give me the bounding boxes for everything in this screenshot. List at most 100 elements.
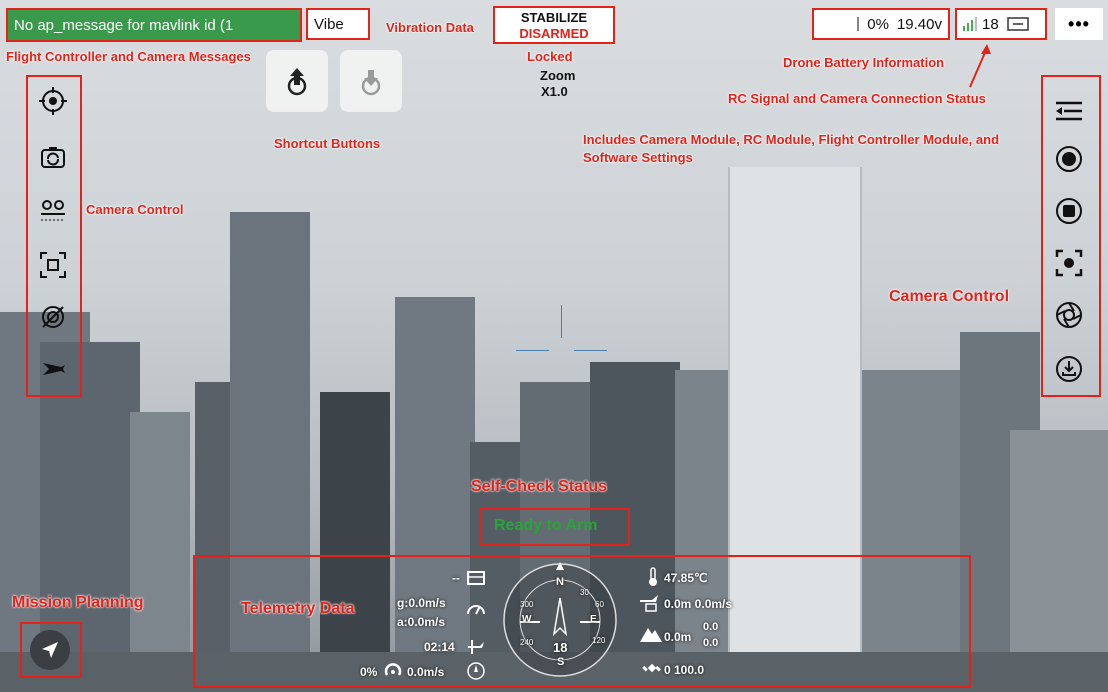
annotation-camera-right: Camera Control <box>889 288 1010 305</box>
navigation-icon <box>42 642 58 658</box>
compass-heading: 18 <box>553 640 568 655</box>
flight-mode-box[interactable]: STABILIZE DISARMED <box>493 6 615 44</box>
annotation-self-check: Self-Check Status <box>471 478 608 495</box>
compass-east: E <box>590 614 597 625</box>
compass-north: N <box>556 576 564 588</box>
tracking-icon <box>42 306 64 328</box>
annotation-battery: Drone Battery Information <box>783 55 945 70</box>
flight-time: 02:14 <box>424 640 455 654</box>
compass-icon <box>467 662 485 680</box>
switch-camera-button[interactable] <box>38 142 68 172</box>
gps-status: 0 100.0 <box>664 663 705 677</box>
ground-speed: g:0.0m/s <box>397 596 446 610</box>
temperature-icon <box>649 567 657 586</box>
temperature: 47.85℃ <box>664 571 708 585</box>
focus-icon <box>1055 249 1083 277</box>
land-shortcut-button[interactable] <box>340 50 402 112</box>
menu-icon <box>1056 101 1082 121</box>
signal-status[interactable]: 18 <box>955 8 1047 40</box>
gimbal-icon <box>39 87 67 115</box>
annotation-fc-messages: Flight Controller and Camera Messages <box>6 49 251 64</box>
tracking-button[interactable] <box>38 302 68 332</box>
battery-bar-icon <box>857 17 860 31</box>
crosshair <box>561 305 562 338</box>
stop-icon <box>1056 198 1082 224</box>
annotation-includes: Includes Camera Module, RC Module, Fligh… <box>583 132 1000 147</box>
vertical-speed: 0.0m/s <box>407 665 445 679</box>
home-distance-icon <box>640 595 658 612</box>
flight-mode-button[interactable] <box>38 354 68 384</box>
speedometer-icon <box>467 605 485 615</box>
altitude-icon <box>640 628 662 642</box>
record-button[interactable] <box>1054 144 1084 174</box>
camera-settings-button[interactable] <box>1054 300 1084 330</box>
battery-percent: 0% <box>867 15 889 33</box>
compass-tick-240: 240 <box>520 638 534 647</box>
zoom-frame-icon <box>40 252 66 278</box>
crosshair <box>516 350 549 351</box>
home-distance: 0.0m 0.0m/s <box>664 597 733 611</box>
vibe-button[interactable]: Vibe <box>306 8 370 40</box>
distance-icon <box>467 571 485 585</box>
vertical-speed-icon <box>384 663 402 676</box>
left-toolbar <box>26 75 82 397</box>
switch-camera-icon <box>41 147 65 168</box>
takeoff-icon <box>287 68 307 96</box>
split-view-button[interactable] <box>38 197 68 227</box>
settings-menu-button[interactable] <box>1054 96 1084 126</box>
message-text: No ap_message for mavlink id (1 <box>14 16 234 34</box>
mission-planning-button[interactable] <box>30 630 70 670</box>
compass-west: W <box>522 614 532 625</box>
locked-status: Locked <box>527 49 573 64</box>
signal-count: 18 <box>982 15 999 33</box>
more-icon: ••• <box>1068 13 1090 34</box>
annotation-shortcut: Shortcut Buttons <box>274 136 381 151</box>
compass-dial: N S W E 18 30 60 120 240 300 <box>500 560 620 680</box>
annotation-arrow <box>969 44 991 88</box>
zoom-value: X1.0 <box>541 84 568 99</box>
zoom-label: Zoom <box>540 68 576 83</box>
annotation-rc-signal: RC Signal and Camera Connection Status <box>728 91 986 106</box>
altitude-bottom: 0.0 <box>703 637 719 649</box>
annotation-vibration: Vibration Data <box>386 20 474 35</box>
download-icon <box>1056 356 1082 382</box>
ready-status: Ready to Arm <box>494 517 598 534</box>
flight-mode: STABILIZE <box>520 10 588 25</box>
annotation-camera-left: Camera Control <box>86 202 184 217</box>
compass-south: S <box>557 656 565 668</box>
aperture-icon <box>1056 302 1082 328</box>
altitude-top: 0.0 <box>703 621 719 633</box>
signal-icon <box>963 17 977 31</box>
building <box>130 412 190 692</box>
split-view-icon <box>41 200 65 221</box>
annotation-telemetry: Telemetry Data <box>241 600 355 617</box>
message-banner[interactable]: No ap_message for mavlink id (1 <box>6 8 302 42</box>
zoom-frame-button[interactable] <box>38 250 68 280</box>
compass-tick-30: 30 <box>580 588 589 597</box>
annotation-mission: Mission Planning <box>12 594 144 611</box>
vibe-label: Vibe <box>314 15 344 33</box>
crosshair <box>574 350 607 351</box>
flight-time-icon <box>468 640 484 654</box>
more-menu-button[interactable]: ••• <box>1055 8 1103 40</box>
gimbal-center-button[interactable] <box>38 86 68 116</box>
telemetry-dashes: -- <box>452 571 460 585</box>
battery-info[interactable]: 0% 19.40v <box>812 8 950 40</box>
airplane-icon <box>43 363 65 375</box>
compass-tick-300: 300 <box>520 600 534 609</box>
annotation-includes-2: Software Settings <box>583 150 693 165</box>
focus-button[interactable] <box>1054 248 1084 278</box>
arm-state: DISARMED <box>519 26 589 41</box>
air-speed: a:0.0m/s <box>397 615 446 629</box>
battery-voltage: 19.40v <box>896 15 942 33</box>
throttle: 0% <box>360 665 378 679</box>
compass-tick-120: 120 <box>592 636 606 645</box>
land-icon <box>361 70 381 96</box>
altitude: 0.0m <box>664 630 692 644</box>
stop-button[interactable] <box>1054 196 1084 226</box>
satellite-icon <box>642 663 661 673</box>
download-button[interactable] <box>1054 354 1084 384</box>
top-bar: No ap_message for mavlink id (1 Vibe Vib… <box>0 0 1108 44</box>
takeoff-shortcut-button[interactable] <box>266 50 328 112</box>
camera-connection-icon <box>1006 17 1029 31</box>
